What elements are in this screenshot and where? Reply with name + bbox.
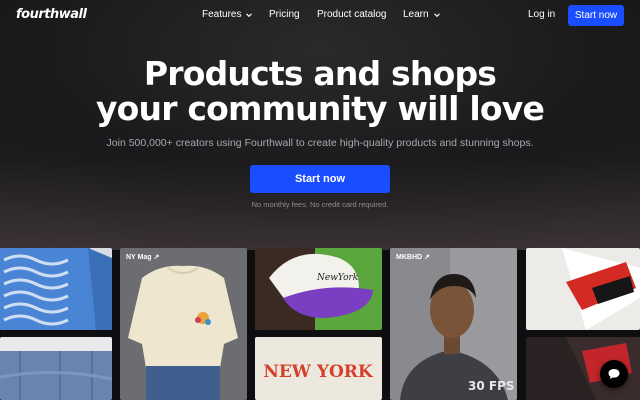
ny-print-text: NEW YORK bbox=[263, 362, 374, 382]
top-nav: fourthwall Features Pricing Product cata… bbox=[0, 0, 640, 30]
hero-note: No monthly fees. No credit card required… bbox=[251, 200, 389, 209]
nav-start-now-button[interactable]: Start now bbox=[568, 5, 624, 26]
login-label: Log in bbox=[528, 9, 556, 20]
nav-learn-label: Learn bbox=[403, 9, 429, 20]
login-link[interactable]: Log in bbox=[528, 9, 555, 20]
chevron-down-icon bbox=[246, 12, 253, 17]
nav-pricing-label: Pricing bbox=[269, 9, 300, 20]
blue-hoodie-image bbox=[0, 248, 112, 330]
gallery-tile-cap[interactable]: NewYork bbox=[255, 248, 382, 330]
nav-learn[interactable]: Learn bbox=[403, 9, 441, 20]
nymag-tee-image bbox=[120, 248, 247, 400]
nav-product-catalog[interactable]: Product catalog bbox=[317, 9, 387, 20]
gallery-tile-mkbhd[interactable]: 30 FPS MKBHD ↗ bbox=[390, 248, 517, 400]
gallery-tile-ny-print[interactable]: NEW YORK bbox=[255, 337, 382, 400]
gallery-tile-blue-hoodie[interactable] bbox=[0, 248, 112, 330]
mkbhd-image: 30 FPS bbox=[390, 248, 517, 400]
red-stripe-tee-image bbox=[526, 248, 640, 330]
hero-subtitle: Join 500,000+ creators using Fourthwall … bbox=[106, 137, 534, 149]
ny-print-image: NEW YORK bbox=[255, 337, 382, 400]
cap-image: NewYork bbox=[255, 248, 382, 330]
gallery-tile-red-stripe[interactable] bbox=[526, 248, 640, 330]
title-line-1: Products and shops bbox=[143, 54, 497, 93]
nav-features[interactable]: Features bbox=[202, 9, 253, 20]
hero-start-now-button[interactable]: Start now bbox=[250, 165, 390, 193]
logo[interactable]: fourthwall bbox=[16, 7, 87, 22]
title-line-2: your community will love bbox=[95, 89, 545, 128]
nav-pricing[interactable]: Pricing bbox=[269, 9, 300, 20]
nav-product-catalog-label: Product catalog bbox=[317, 9, 387, 20]
nav-features-label: Features bbox=[202, 9, 242, 20]
chat-button[interactable] bbox=[600, 360, 628, 388]
nymag-label: NY Mag ↗ bbox=[126, 254, 160, 261]
chat-bubble-icon bbox=[608, 369, 620, 379]
cap-print-text: NewYork bbox=[316, 273, 358, 283]
gallery-tile-nymag[interactable]: NY Mag ↗ bbox=[120, 248, 247, 400]
chevron-down-icon bbox=[433, 12, 440, 17]
denim-image bbox=[0, 337, 112, 400]
mkbhd-label: MKBHD ↗ bbox=[396, 254, 430, 261]
gallery-tile-denim[interactable] bbox=[0, 337, 112, 400]
shirt-print-text: 30 FPS bbox=[468, 379, 515, 393]
page-title: Products and shops your community will l… bbox=[0, 56, 640, 126]
